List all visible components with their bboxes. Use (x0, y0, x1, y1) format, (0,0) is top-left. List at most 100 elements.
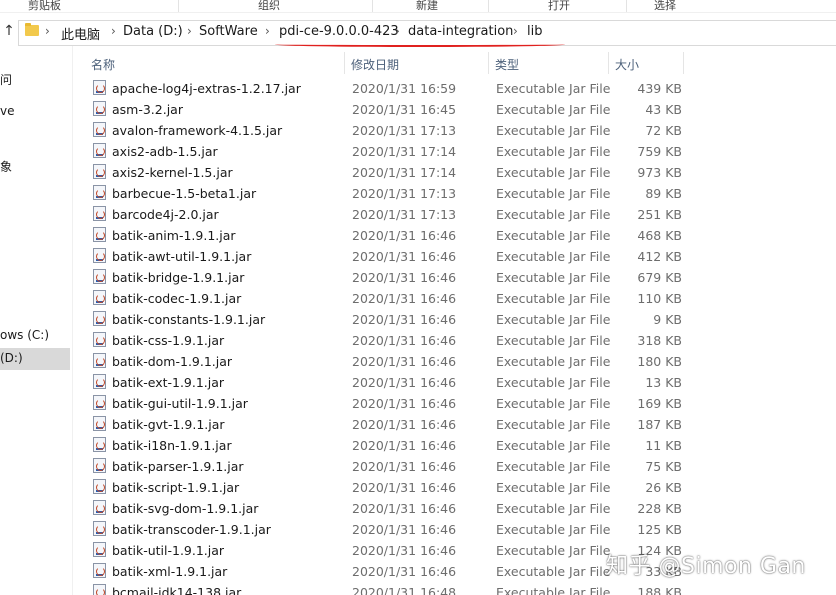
file-row[interactable]: batik-dom-1.9.1.jar 2020/1/31 16:46 Execut… (85, 351, 836, 372)
file-date: 2020/1/31 16:46 (352, 396, 457, 411)
file-type: Executable Jar File (496, 333, 611, 348)
nav-item-3[interactable]: 象 (0, 158, 12, 175)
file-name: batik-ext-1.9.1.jar (112, 375, 225, 390)
breadcrumb-separator[interactable]: › (111, 24, 116, 38)
file-size: 13 KB (645, 375, 682, 390)
file-date: 2020/1/31 16:59 (352, 81, 457, 96)
file-size: 125 KB (637, 522, 682, 537)
file-name: avalon-framework-4.1.5.jar (112, 123, 283, 138)
file-date: 2020/1/31 16:46 (352, 270, 457, 285)
ribbon-group-clipboard[interactable]: 剪贴板 (28, 0, 61, 13)
ribbon-group-open[interactable]: 打开 (548, 0, 570, 13)
ribbon-group-organize[interactable]: 组织 (258, 0, 280, 13)
file-row[interactable]: batik-gvt-1.9.1.jar 2020/1/31 16:46 Execut… (85, 414, 836, 435)
breadcrumb-separator[interactable]: › (187, 24, 192, 38)
file-row[interactable]: avalon-framework-4.1.5.jar 2020/1/31 17:1… (85, 120, 836, 141)
breadcrumb-separator[interactable]: › (45, 24, 50, 38)
file-date: 2020/1/31 16:46 (352, 501, 457, 516)
file-date: 2020/1/31 16:46 (352, 480, 457, 495)
folder-icon (25, 23, 39, 36)
breadcrumb-data-drive[interactable]: Data (D:) (123, 24, 183, 39)
file-name: batik-transcoder-1.9.1.jar (112, 522, 271, 537)
file-row[interactable]: batik-transcoder-1.9.1.jar 2020/1/31 16:4… (85, 519, 836, 540)
jar-file-icon (93, 290, 106, 305)
breadcrumb-this-pc[interactable]: 此电脑 (61, 24, 100, 43)
file-type: Executable Jar File (496, 144, 611, 159)
file-row[interactable]: batik-svg-dom-1.9.1.jar 2020/1/31 16:46 Ex… (85, 498, 836, 519)
file-row[interactable]: batik-codec-1.9.1.jar 2020/1/31 16:46 Exec… (85, 288, 836, 309)
watermark: 知乎 @Simon Gan (606, 554, 806, 579)
file-row[interactable]: barcode4j-2.0.jar 2020/1/31 17:13 Executab… (85, 204, 836, 225)
file-row[interactable]: batik-script-1.9.1.jar 2020/1/31 16:46 Exe… (85, 477, 836, 498)
file-name: batik-svg-dom-1.9.1.jar (112, 501, 259, 516)
file-row[interactable]: bcmail-jdk14-138.jar 2020/1/31 16:48 Execu… (85, 582, 836, 595)
up-arrow-icon[interactable]: ↑ (2, 23, 16, 39)
file-row[interactable]: batik-parser-1.9.1.jar 2020/1/31 16:46 Exe… (85, 456, 836, 477)
file-row[interactable]: batik-awt-util-1.9.1.jar 2020/1/31 16:46 E… (85, 246, 836, 267)
file-size: 180 KB (637, 354, 682, 369)
nav-item-d-drive[interactable]: (D:) (0, 351, 23, 365)
file-size: 251 KB (637, 207, 682, 222)
jar-file-icon (93, 80, 106, 95)
jar-file-icon (93, 521, 106, 536)
file-row[interactable]: axis2-kernel-1.5.jar 2020/1/31 17:14 Execu… (85, 162, 836, 183)
file-row[interactable]: apache-log4j-extras-1.2.17.jar 2020/1/31 … (85, 78, 836, 99)
jar-file-icon (93, 479, 106, 494)
file-row[interactable]: batik-css-1.9.1.jar 2020/1/31 16:46 Execut… (85, 330, 836, 351)
file-name: asm-3.2.jar (112, 102, 183, 117)
file-date: 2020/1/31 16:46 (352, 522, 457, 537)
file-row[interactable]: batik-i18n-1.9.1.jar 2020/1/31 16:46 Execu… (85, 435, 836, 456)
breadcrumb-separator[interactable]: › (395, 24, 400, 38)
file-row[interactable]: batik-ext-1.9.1.jar 2020/1/31 16:46 Execut… (85, 372, 836, 393)
breadcrumb-lib[interactable]: lib (527, 24, 542, 39)
column-header-size[interactable]: 大小 (615, 56, 639, 73)
red-underline-annotation (275, 42, 565, 47)
file-date: 2020/1/31 16:46 (352, 564, 457, 579)
jar-file-icon (93, 437, 106, 452)
column-header-name[interactable]: 名称 (91, 56, 115, 73)
file-type: Executable Jar File (496, 564, 611, 579)
file-row[interactable]: batik-bridge-1.9.1.jar 2020/1/31 16:46 Exe… (85, 267, 836, 288)
file-row[interactable]: batik-anim-1.9.1.jar 2020/1/31 16:46 Execu… (85, 225, 836, 246)
file-size: 468 KB (637, 228, 682, 243)
column-header-type[interactable]: 类型 (495, 56, 519, 73)
nav-item-2[interactable]: ve (0, 104, 14, 118)
file-name: batik-xml-1.9.1.jar (112, 564, 228, 579)
breadcrumb-data-integration[interactable]: data-integration (408, 24, 513, 39)
file-type: Executable Jar File (496, 228, 611, 243)
breadcrumb-pdi-ce[interactable]: pdi-ce-9.0.0.0-423 (279, 24, 399, 39)
ribbon-group-select[interactable]: 选择 (654, 0, 676, 13)
pane-splitter[interactable] (72, 46, 73, 595)
file-date: 2020/1/31 17:14 (352, 165, 457, 180)
breadcrumb-software[interactable]: SoftWare (199, 24, 258, 39)
file-row[interactable]: barbecue-1.5-beta1.jar 2020/1/31 17:13 Exe… (85, 183, 836, 204)
jar-file-icon (93, 143, 106, 158)
file-type: Executable Jar File (496, 501, 611, 516)
file-size: 187 KB (637, 417, 682, 432)
file-name: batik-anim-1.9.1.jar (112, 228, 236, 243)
file-type: Executable Jar File (496, 249, 611, 264)
column-header-date[interactable]: 修改日期 (351, 56, 399, 73)
nav-item-c-drive[interactable]: ows (C:) (0, 328, 49, 342)
file-size: 75 KB (645, 459, 682, 474)
jar-file-icon (93, 311, 106, 326)
ribbon-group-new[interactable]: 新建 (416, 0, 438, 13)
file-row[interactable]: batik-constants-1.9.1.jar 2020/1/31 16:46… (85, 309, 836, 330)
file-size: 9 KB (653, 312, 682, 327)
breadcrumb-separator[interactable]: › (265, 24, 270, 38)
file-name: batik-codec-1.9.1.jar (112, 291, 242, 306)
file-row[interactable]: asm-3.2.jar 2020/1/31 16:45 Executable Jar… (85, 99, 836, 120)
jar-file-icon (93, 500, 106, 515)
file-row[interactable]: batik-gui-util-1.9.1.jar 2020/1/31 16:46 E… (85, 393, 836, 414)
file-date: 2020/1/31 16:46 (352, 291, 457, 306)
file-size: 188 KB (637, 585, 682, 595)
file-size: 169 KB (637, 396, 682, 411)
breadcrumb-separator[interactable]: › (513, 24, 518, 38)
nav-item-1[interactable]: 问 (0, 71, 12, 88)
file-name: batik-script-1.9.1.jar (112, 480, 240, 495)
file-row[interactable]: axis2-adb-1.5.jar 2020/1/31 17:14 Executab… (85, 141, 836, 162)
column-header-row: 名称 修改日期 类型 大小 (85, 52, 836, 76)
file-name: batik-bridge-1.9.1.jar (112, 270, 245, 285)
file-name: batik-awt-util-1.9.1.jar (112, 249, 252, 264)
file-name: batik-css-1.9.1.jar (112, 333, 225, 348)
